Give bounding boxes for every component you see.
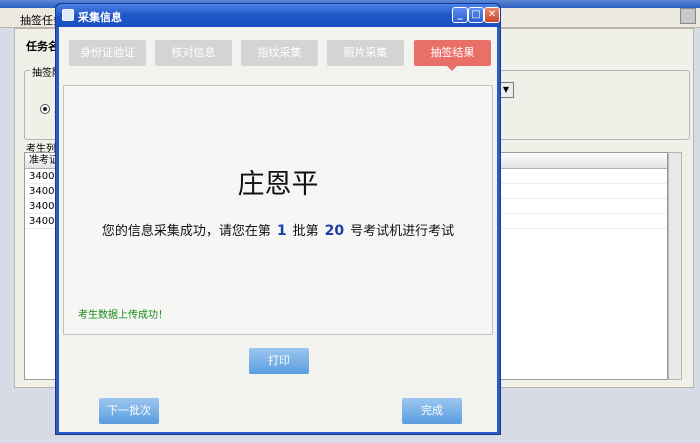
dialog-title: 采集信息 [78, 11, 122, 24]
candidate-name: 庄恩平 [237, 169, 319, 200]
step-draw-result: 抽签结果 [414, 40, 491, 71]
batch-number: 1 [276, 223, 287, 239]
step-photo: 照片采集 [327, 40, 404, 66]
print-button[interactable]: 打印 [249, 348, 309, 374]
message-prefix: 您的信息采集成功，请您在第 [101, 224, 271, 239]
result-message: 您的信息采集成功，请您在第 1 批第 20 号考试机进行考试 [64, 220, 492, 239]
message-suffix: 号考试机进行考试 [350, 224, 455, 239]
collect-info-dialog: 采集信息 _ □ ✕ 身份证验证 核对信息 指纹采集 照片采集 抽签结果 庄恩平… [55, 3, 501, 435]
upload-status: 考生数据上传成功！ [78, 310, 168, 321]
next-batch-button[interactable]: 下一批次 [99, 398, 159, 424]
minimize-button[interactable]: _ [452, 7, 468, 23]
message-middle: 批第 [292, 224, 319, 239]
dialog-body: 身份证验证 核对信息 指纹采集 照片采集 抽签结果 庄恩平 您的信息采集成功，请… [59, 27, 497, 432]
shield-icon [62, 9, 74, 21]
close-button[interactable]: ✕ [484, 7, 500, 23]
step-id-verify: 身份证验证 [69, 40, 146, 66]
result-panel: 庄恩平 您的信息采集成功，请您在第 1 批第 20 号考试机进行考试 考生数据上传成功！ [63, 85, 493, 335]
scrollbar[interactable] [668, 152, 682, 380]
maximize-button[interactable]: □ [468, 7, 484, 23]
machine-number: 20 [324, 223, 345, 239]
step-indicator: 身份证验证 核对信息 指纹采集 照片采集 抽签结果 [69, 40, 499, 71]
radio-button[interactable] [40, 104, 50, 114]
step-check-info: 核对信息 [155, 40, 232, 66]
dialog-titlebar[interactable]: 采集信息 _ □ ✕ [56, 4, 500, 27]
step-fingerprint: 指纹采集 [241, 40, 318, 66]
background-close-icon[interactable] [680, 8, 696, 24]
done-button[interactable]: 完成 [402, 398, 462, 424]
